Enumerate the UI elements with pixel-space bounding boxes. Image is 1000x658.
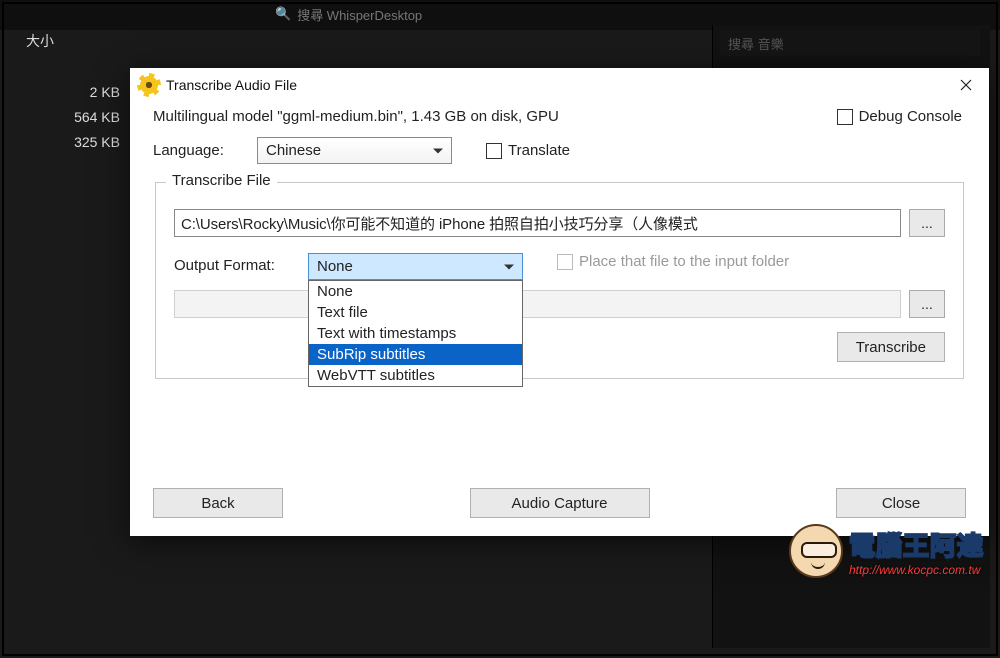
output-format-select[interactable]: None (308, 253, 523, 280)
search-box-right[interactable]: 搜尋 音樂 (720, 30, 980, 56)
output-format-option[interactable]: None (309, 281, 522, 302)
search-placeholder-top: 搜尋 WhisperDesktop (297, 5, 422, 24)
debug-console-label: Debug Console (859, 108, 962, 125)
translate-label: Translate (508, 142, 570, 159)
dialog-title: Transcribe Audio File (166, 77, 943, 93)
close-button[interactable]: Close (836, 488, 966, 518)
output-format-dropdown[interactable]: None Text file Text with timestamps SubR… (308, 280, 523, 387)
language-label: Language: (153, 142, 243, 159)
transcribe-dialog: Transcribe Audio File Multilingual model… (130, 68, 989, 536)
browse-output-button: ... (909, 290, 945, 318)
output-format-label: Output Format: (174, 253, 302, 274)
place-to-input-checkbox: Place that file to the input folder (557, 253, 789, 270)
app-icon (140, 76, 158, 94)
dialog-body: Multilingual model "ggml-medium.bin", 1.… (130, 102, 989, 536)
output-format-option[interactable]: SubRip subtitles (309, 344, 522, 365)
audio-capture-button[interactable]: Audio Capture (470, 488, 650, 518)
transcribe-button[interactable]: Transcribe (837, 332, 945, 362)
back-button[interactable]: Back (153, 488, 283, 518)
file-size-value: 564 KB (10, 105, 120, 130)
file-size-value: 2 KB (10, 80, 120, 105)
search-box-top[interactable]: 🔍 搜尋 WhisperDesktop (275, 3, 475, 25)
title-bar[interactable]: Transcribe Audio File (130, 68, 989, 102)
output-format-option[interactable]: Text file (309, 302, 522, 323)
language-select[interactable]: Chinese (257, 137, 452, 164)
output-format-option[interactable]: WebVTT subtitles (309, 365, 522, 386)
checkbox-icon (837, 109, 853, 125)
file-size-column: 2 KB 564 KB 325 KB (10, 80, 120, 155)
model-info-text: Multilingual model "ggml-medium.bin", 1.… (153, 108, 559, 125)
search-placeholder-right: 搜尋 音樂 (728, 34, 784, 53)
input-file-path-text: C:\Users\Rocky\Music\你可能不知道的 iPhone 拍照自拍… (181, 213, 698, 234)
file-size-value: 325 KB (10, 130, 120, 155)
checkbox-icon (486, 143, 502, 159)
output-file-path (174, 290, 901, 318)
language-value: Chinese (266, 142, 321, 159)
input-file-path[interactable]: C:\Users\Rocky\Music\你可能不知道的 iPhone 拍照自拍… (174, 209, 901, 237)
close-icon[interactable] (943, 68, 989, 102)
column-header-size[interactable]: 大小 (26, 31, 54, 51)
group-title: Transcribe File (166, 172, 277, 189)
output-format-value: None (317, 258, 353, 275)
translate-checkbox[interactable]: Translate (486, 142, 570, 159)
transcribe-file-group: Transcribe File C:\Users\Rocky\Music\你可能… (155, 182, 964, 379)
checkbox-icon (557, 254, 573, 270)
browse-input-button[interactable]: ... (909, 209, 945, 237)
output-format-option[interactable]: Text with timestamps (309, 323, 522, 344)
place-to-input-label: Place that file to the input folder (579, 253, 789, 270)
debug-console-checkbox[interactable]: Debug Console (837, 108, 962, 125)
search-icon: 🔍 (275, 6, 291, 22)
